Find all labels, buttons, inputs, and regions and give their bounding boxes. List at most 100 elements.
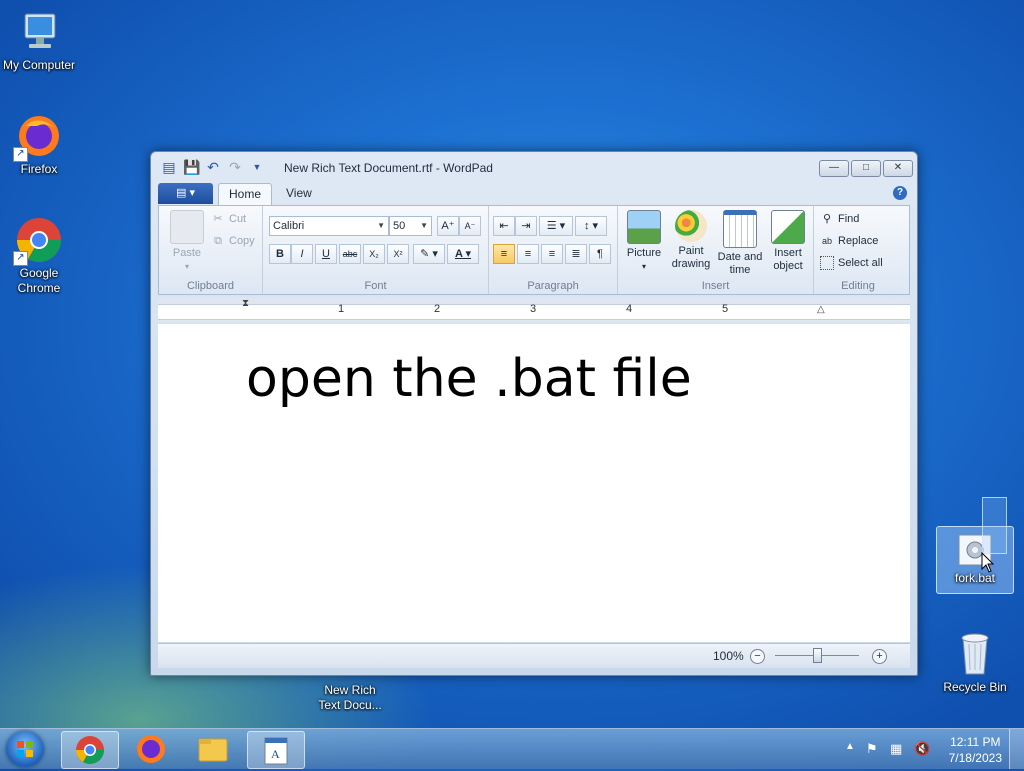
help-icon[interactable]: ?: [893, 186, 907, 200]
text-color-button[interactable]: A ▾: [447, 244, 479, 264]
right-indent-marker[interactable]: △: [817, 304, 825, 315]
highlight-color-button[interactable]: ✎ ▾: [413, 244, 445, 264]
highlighter-icon: ✎: [420, 248, 430, 260]
paragraph-settings-icon[interactable]: ¶: [589, 244, 611, 264]
undo-icon[interactable]: ↶: [205, 159, 221, 175]
shrink-font-button[interactable]: A⁻: [459, 216, 481, 236]
wordpad-app-icon[interactable]: ▤: [161, 159, 177, 175]
desktop-icon-recycle-bin[interactable]: Recycle Bin: [936, 630, 1014, 695]
cut-button[interactable]: ✂ Cut: [211, 210, 246, 228]
underline-button[interactable]: U: [315, 244, 337, 264]
document-text[interactable]: open the .bat file: [246, 349, 692, 409]
align-right-icon[interactable]: ≡: [541, 244, 563, 264]
clock-date: 7/18/2023: [948, 751, 1002, 765]
insert-object-button[interactable]: Insert object: [766, 210, 810, 273]
superscript-button[interactable]: X²: [387, 244, 409, 264]
copy-icon: ⧉: [214, 235, 222, 248]
redo-icon[interactable]: ↷: [227, 159, 243, 175]
desktop-icon-new-rich-text[interactable]: New Rich Text Docu...: [311, 683, 389, 713]
network-icon[interactable]: ▦: [890, 741, 902, 757]
group-label: Paragraph: [527, 280, 579, 292]
ruler-tick-label: 2: [434, 303, 441, 315]
title-bar[interactable]: ▤ 💾 ↶ ↷ ▼ New Rich Text Document.rtf - W…: [151, 152, 917, 182]
group-label: Insert: [701, 280, 730, 292]
copy-button[interactable]: ⧉ Copy: [211, 232, 255, 250]
grow-font-button[interactable]: A⁺: [437, 216, 459, 236]
svg-text:A: A: [271, 747, 280, 761]
subscript-button[interactable]: X₂: [363, 244, 385, 264]
minimize-button[interactable]: —: [819, 160, 849, 177]
group-label: Font: [364, 280, 387, 292]
close-button[interactable]: ✕: [883, 160, 913, 177]
status-bar: 100% − +: [158, 643, 910, 668]
start-button[interactable]: [6, 731, 44, 767]
justify-icon[interactable]: ≣: [565, 244, 587, 264]
show-desktop-button[interactable]: [1009, 729, 1024, 769]
save-icon[interactable]: 💾: [183, 159, 200, 175]
bold-button[interactable]: B: [269, 244, 291, 264]
find-button[interactable]: ⚲ Find: [820, 210, 859, 228]
tab-view[interactable]: View: [276, 183, 322, 204]
font-family-select[interactable]: Calibri ▼: [269, 216, 389, 236]
show-hidden-icons-button[interactable]: ▲: [845, 741, 855, 752]
insert-group: Picture ▾ Paint drawing Date and time Ins…: [618, 206, 814, 294]
firefox-icon: ↗: [13, 112, 63, 162]
chrome-icon: [76, 736, 104, 764]
taskbar-file-explorer[interactable]: [185, 731, 241, 767]
desktop-icon-google-chrome[interactable]: ↗ Google Chrome: [0, 216, 78, 296]
strikethrough-button[interactable]: abc: [339, 244, 361, 264]
volume-muted-icon[interactable]: 🔇: [914, 741, 930, 757]
decrease-indent-icon[interactable]: ⇤: [493, 216, 515, 236]
ribbon-tabs: ▤ ▾ Home View ?: [158, 183, 910, 205]
application-menu-button[interactable]: ▤ ▾: [158, 183, 213, 204]
scissors-icon: ✂: [213, 213, 223, 226]
customize-qat-icon[interactable]: ▼: [249, 159, 265, 175]
mouse-cursor-icon: [981, 551, 995, 577]
select-all-icon: [820, 256, 834, 271]
font-group: Calibri ▼ 50 ▼ A⁺ A⁻ B I U abc X₂ X² ✎ ▾ A…: [263, 206, 489, 294]
windows-logo-icon: [17, 741, 33, 757]
clock[interactable]: 12:11 PM 7/18/2023: [949, 734, 1002, 766]
left-indent-marker[interactable]: ⧗: [242, 298, 249, 309]
font-size-select[interactable]: 50 ▼: [389, 216, 432, 236]
drag-ghost-fork-bat: [982, 497, 1007, 554]
tab-home[interactable]: Home: [218, 183, 273, 205]
picture-button[interactable]: Picture ▾: [622, 210, 666, 273]
taskbar-wordpad[interactable]: A: [247, 731, 305, 769]
picture-icon: [627, 210, 661, 244]
bullet-list-button[interactable]: ☰ ▾: [539, 216, 573, 236]
taskbar-chrome[interactable]: [61, 731, 119, 769]
desktop-icon-label: Recycle Bin: [943, 680, 1007, 694]
desktop-icon-label: New Rich Text Docu...: [318, 683, 382, 712]
replace-icon: ab: [821, 236, 832, 247]
line-spacing-button[interactable]: ↕ ▾: [575, 216, 607, 236]
desktop-icon-firefox[interactable]: ↗ Firefox: [0, 112, 78, 177]
desktop-icon-my-computer[interactable]: My Computer: [0, 8, 78, 73]
align-center-icon[interactable]: ≡: [517, 244, 539, 264]
wordpad-window[interactable]: ▤ 💾 ↶ ↷ ▼ New Rich Text Document.rtf - W…: [150, 151, 918, 676]
zoom-in-button[interactable]: +: [872, 649, 887, 664]
palette-icon: [675, 210, 707, 242]
object-icon: [771, 210, 805, 244]
clock-time: 12:11 PM: [950, 735, 1001, 749]
document-area[interactable]: open the .bat file: [158, 324, 910, 642]
desktop-icon-label: My Computer: [2, 58, 76, 72]
ruler[interactable]: ⧗ 1 2 3 4 5 △: [158, 298, 910, 322]
align-left-icon[interactable]: ≡: [493, 244, 515, 264]
calendar-icon: [723, 210, 757, 248]
paste-button[interactable]: Paste ▾: [167, 210, 207, 273]
replace-button[interactable]: ab Replace: [820, 232, 878, 250]
select-all-button[interactable]: Select all: [820, 254, 883, 272]
taskbar-firefox[interactable]: [123, 731, 179, 767]
wordpad-icon: A: [264, 737, 288, 765]
zoom-slider-thumb[interactable]: [813, 648, 822, 663]
maximize-button[interactable]: □: [851, 160, 881, 177]
zoom-level: 100%: [713, 649, 744, 663]
date-time-button[interactable]: Date and time: [716, 210, 764, 277]
paint-drawing-button[interactable]: Paint drawing: [668, 210, 714, 271]
italic-button[interactable]: I: [291, 244, 313, 264]
zoom-out-button[interactable]: −: [750, 649, 765, 664]
desktop-icon-label: Firefox: [20, 162, 58, 176]
action-center-flag-icon[interactable]: ⚑: [866, 741, 878, 757]
increase-indent-icon[interactable]: ⇥: [515, 216, 537, 236]
